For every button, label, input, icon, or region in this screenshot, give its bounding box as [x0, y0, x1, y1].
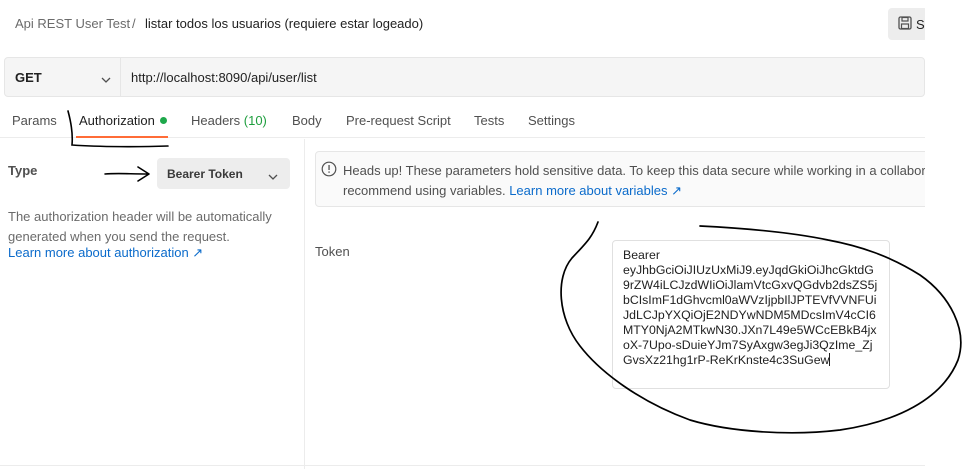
tab-body[interactable]: Body	[292, 113, 322, 128]
chevron-down-icon	[268, 170, 278, 184]
panel-divider	[304, 139, 305, 469]
method-select[interactable]: GET	[5, 58, 121, 96]
chevron-down-icon	[101, 72, 111, 87]
tab-tests[interactable]: Tests	[474, 113, 504, 128]
save-button[interactable]: S	[888, 8, 928, 40]
bottom-divider	[0, 465, 963, 466]
breadcrumb-separator: /	[132, 16, 136, 31]
text-cursor	[829, 353, 831, 366]
tab-authorization-label: Authorization	[79, 113, 155, 128]
sensitive-data-notice: Heads up! These parameters hold sensitiv…	[315, 151, 940, 207]
tab-params[interactable]: Params	[12, 113, 57, 128]
learn-more-authorization-link[interactable]: Learn more about authorization ↗	[8, 245, 203, 261]
auth-description: The authorization header will be automat…	[8, 209, 272, 244]
save-label: S	[916, 16, 925, 32]
tab-settings[interactable]: Settings	[528, 113, 575, 128]
notice-text: Heads up! These parameters hold sensitiv…	[343, 163, 933, 178]
auth-type-select[interactable]: Bearer Token	[157, 158, 290, 189]
token-input[interactable]: Bearer eyJhbGciOiJIUzUxMiJ9.eyJqdGkiOiJh…	[612, 240, 890, 389]
token-value: Bearer eyJhbGciOiJIUzUxMiJ9.eyJqdGkiOiJh…	[623, 248, 878, 367]
notice-text-line2: recommend using variables. Learn more ab…	[343, 181, 682, 201]
request-title[interactable]: listar todos los usuarios (requiere esta…	[145, 16, 423, 31]
notice-text-line2-prefix: recommend using variables.	[343, 183, 510, 198]
method-value: GET	[15, 69, 42, 85]
annotation-arrow	[104, 166, 150, 182]
learn-more-variables-link[interactable]: Learn more about variables ↗	[509, 183, 682, 198]
active-tab-indicator	[76, 136, 168, 138]
save-icon	[898, 15, 912, 33]
auth-status-dot	[159, 117, 167, 124]
tab-headers[interactable]: Headers (10)	[191, 113, 267, 128]
url-bar: GET	[4, 57, 925, 97]
auth-type-label: Type	[8, 163, 38, 178]
url-input[interactable]	[131, 58, 911, 96]
auth-type-value: Bearer Token	[167, 166, 243, 181]
tab-authorization[interactable]: Authorization	[79, 113, 167, 128]
tab-pre-request-script[interactable]: Pre-request Script	[346, 113, 451, 128]
request-tabs: Params Authorization Headers (10) Body P…	[0, 104, 963, 138]
tab-headers-label: Headers	[191, 113, 241, 128]
request-header: Api REST User Test / listar todos los us…	[0, 0, 963, 48]
headers-count: (10)	[243, 113, 267, 128]
token-label: Token	[315, 244, 350, 259]
info-icon	[321, 161, 337, 180]
breadcrumb-collection[interactable]: Api REST User Test	[15, 16, 130, 31]
viewport-edge	[925, 0, 963, 469]
